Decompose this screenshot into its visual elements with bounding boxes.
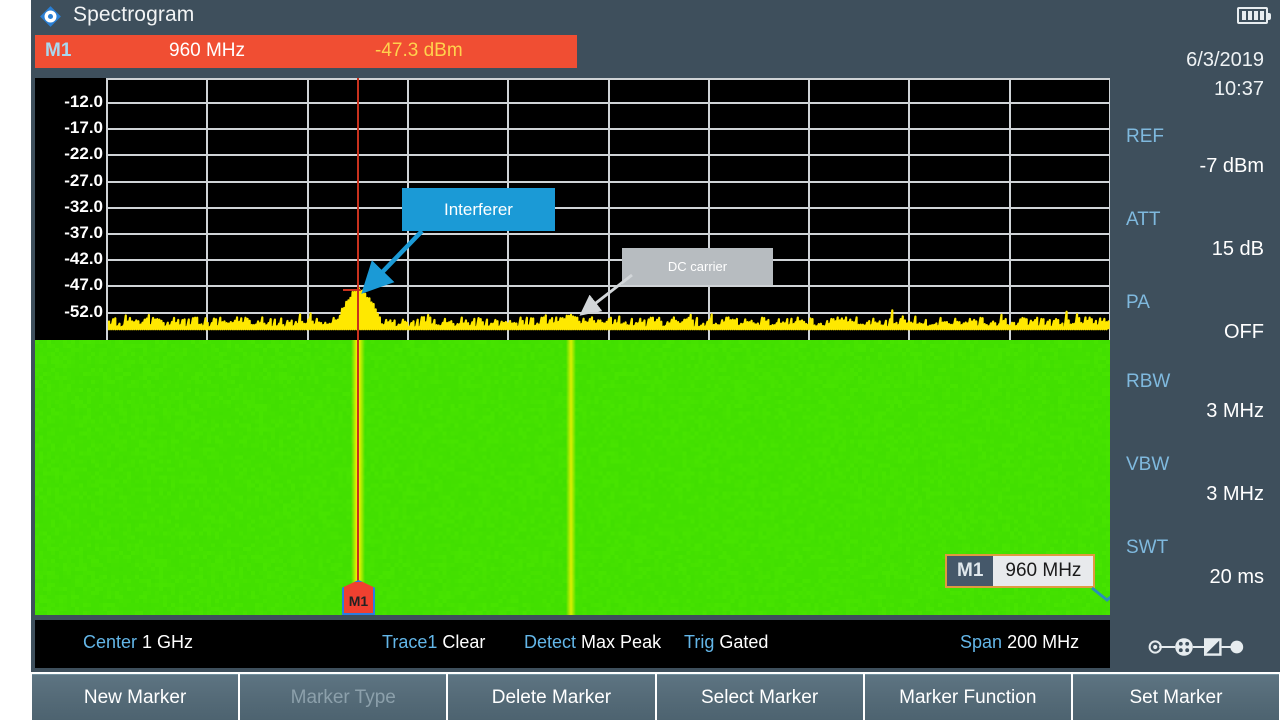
marker-info-level: -47.3 dBm bbox=[375, 40, 463, 61]
parameter-value-swt[interactable]: 20 ms bbox=[1210, 566, 1264, 589]
softkey-marker-function[interactable]: Marker Function bbox=[864, 674, 1071, 720]
softkey-select-marker[interactable]: Select Marker bbox=[656, 674, 863, 720]
parameter-value-att[interactable]: 15 dB bbox=[1212, 238, 1264, 261]
parameter-label-pa: PA bbox=[1126, 292, 1150, 313]
status-detect-value: Max Peak bbox=[581, 632, 662, 652]
softkey-bar: New Marker Marker Type Delete Marker Select… bbox=[31, 674, 1280, 720]
status-center-label: Center bbox=[83, 632, 138, 652]
marker-info-frequency: 960 MHz bbox=[169, 40, 246, 61]
status-trace[interactable]: Trace1 Clear bbox=[382, 632, 485, 653]
status-span-label: Span bbox=[960, 632, 1003, 652]
parameter-label-rbw: RBW bbox=[1126, 371, 1171, 392]
softkey-new-marker[interactable]: New Marker bbox=[32, 674, 239, 720]
marker-info-bar[interactable]: M1 960 MHz -47.3 dBm bbox=[35, 35, 577, 68]
spectrum-plot[interactable]: -12.0 -17.0 -22.0 -27.0 -32.0 -37.0 -42.0 -47.0… bbox=[35, 78, 1110, 340]
status-trig[interactable]: Trig Gated bbox=[684, 632, 768, 653]
signal-path-icon bbox=[1148, 638, 1244, 656]
spectrum-analyzer-screen: Spectrogram M1 960 MHz -47.3 dBm -12.0 -1… bbox=[0, 0, 1280, 720]
softkey-marker-type: Marker Type bbox=[240, 674, 447, 720]
waterfall-dc-carrier-stripe bbox=[566, 340, 576, 615]
parameter-value-rbw[interactable]: 3 MHz bbox=[1206, 400, 1264, 423]
status-span-value: 200 MHz bbox=[1007, 632, 1080, 652]
parameter-label-swt: SWT bbox=[1126, 537, 1169, 558]
window-title: Spectrogram bbox=[73, 3, 195, 26]
status-bar: Center 1 GHz Trace1 Clear Detect Max Pea… bbox=[35, 620, 1110, 668]
parameter-value-pa[interactable]: OFF bbox=[1224, 321, 1264, 344]
annotation-dc-carrier-arrow bbox=[579, 273, 633, 316]
parameter-label-vbw: VBW bbox=[1126, 454, 1170, 475]
spectrogram-waterfall[interactable]: M1 M1 960 MHz bbox=[35, 340, 1110, 615]
parameter-value-ref[interactable]: -7 dBm bbox=[1200, 155, 1264, 178]
marker-tooltip-chevron-icon bbox=[1091, 586, 1110, 602]
status-trig-value: Gated bbox=[719, 632, 769, 652]
rohde-schwarz-logo-icon bbox=[40, 6, 61, 27]
marker-tooltip-tag: M1 bbox=[947, 556, 994, 586]
marker-tooltip[interactable]: M1 960 MHz bbox=[945, 554, 1096, 588]
status-detect-label: Detect bbox=[524, 632, 577, 652]
marker-flag-label: M1 bbox=[348, 593, 369, 609]
left-margin bbox=[0, 0, 31, 720]
instrument-display: Spectrogram M1 960 MHz -47.3 dBm -12.0 -1… bbox=[31, 0, 1280, 672]
status-detect[interactable]: Detect Max Peak bbox=[524, 632, 661, 653]
parameter-label-att: ATT bbox=[1126, 209, 1161, 230]
date-display: 6/3/2019 bbox=[1186, 49, 1264, 71]
status-center[interactable]: Center 1 GHz bbox=[83, 632, 193, 653]
status-trace-value: Clear bbox=[442, 632, 486, 652]
time-display: 10:37 bbox=[1213, 78, 1264, 100]
marker-info-id: M1 bbox=[45, 40, 72, 61]
parameter-value-vbw[interactable]: 3 MHz bbox=[1206, 483, 1264, 506]
title-bar: Spectrogram bbox=[31, 0, 1280, 33]
battery-full-icon bbox=[1237, 7, 1271, 24]
softkey-delete-marker[interactable]: Delete Marker bbox=[448, 674, 655, 720]
marker-tooltip-value: 960 MHz bbox=[993, 556, 1094, 586]
parameter-label-ref: REF bbox=[1126, 126, 1164, 147]
parameter-panel: 6/3/2019 10:37 REF -7 dBm ATT 15 dB PA OFF RBW… bbox=[1110, 33, 1280, 672]
status-center-value: 1 GHz bbox=[142, 632, 194, 652]
waterfall-marker-line bbox=[357, 340, 359, 615]
status-trace-label: Trace1 bbox=[382, 632, 438, 652]
status-span[interactable]: Span 200 MHz bbox=[960, 632, 1079, 653]
softkey-set-marker[interactable]: Set Marker bbox=[1072, 674, 1280, 720]
status-trig-label: Trig bbox=[684, 632, 715, 652]
